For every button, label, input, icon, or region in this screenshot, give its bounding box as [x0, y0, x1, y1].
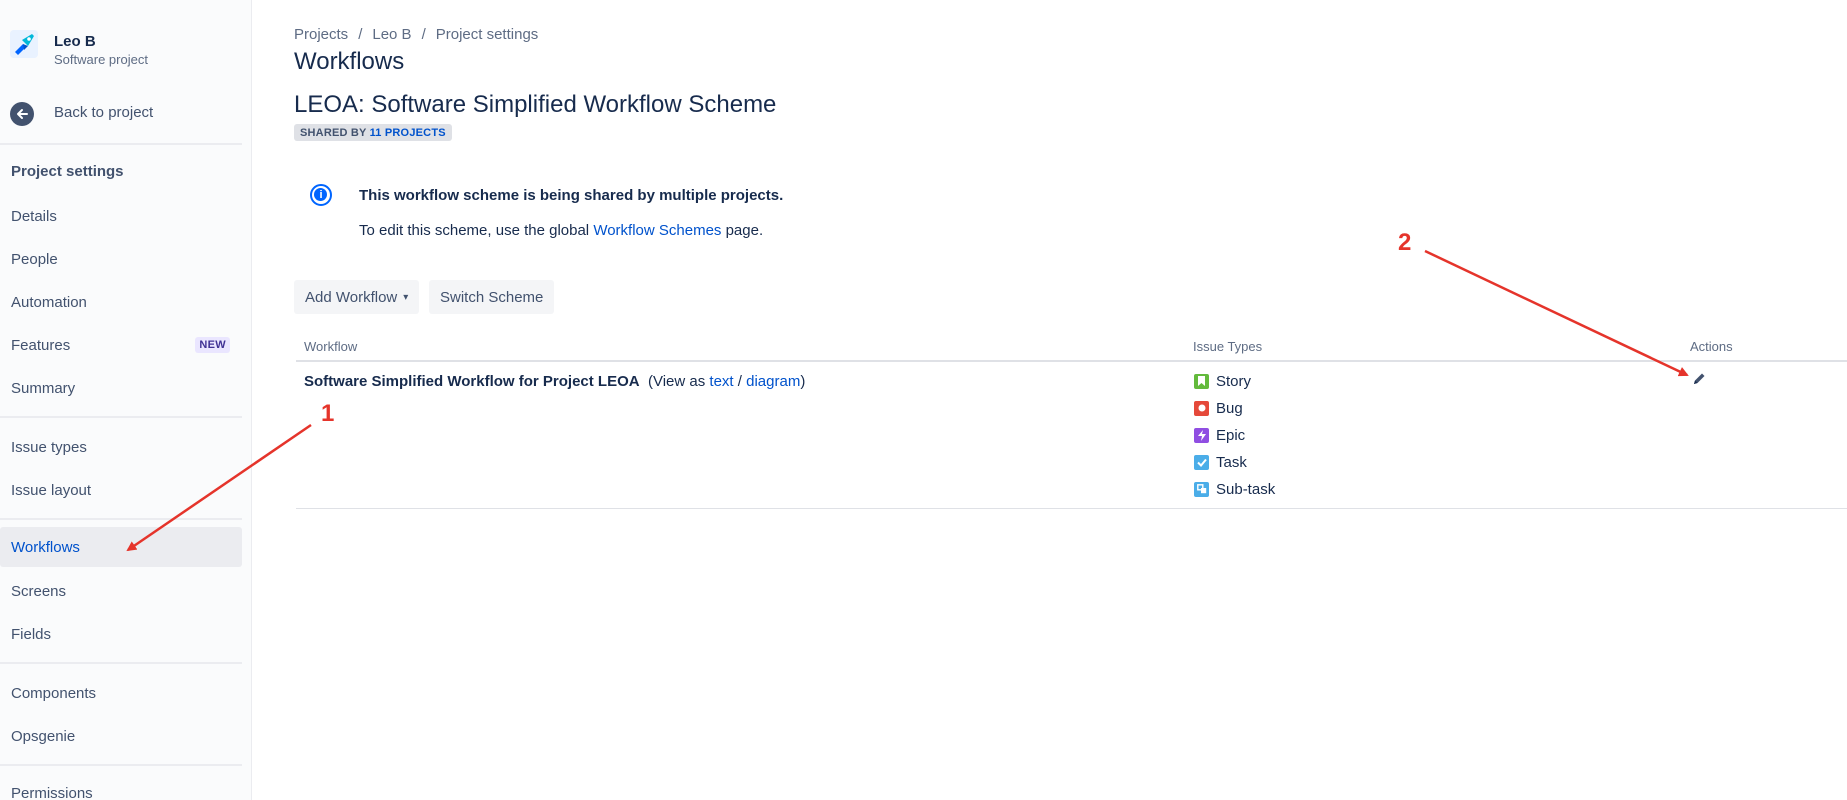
subtask-icon	[1194, 481, 1209, 497]
back-to-project-label: Back to project	[54, 104, 154, 121]
issue-type-label: Sub-task	[1216, 480, 1276, 498]
new-badge: NEW	[195, 337, 230, 353]
breadcrumb-separator: /	[358, 26, 363, 43]
bug-icon	[1194, 400, 1209, 416]
sidebar-divider	[0, 416, 242, 418]
sidebar-item-workflows[interactable]: Workflows	[0, 527, 242, 567]
sidebar-item-components[interactable]: Components	[0, 673, 242, 713]
sidebar-item-label: Features	[11, 336, 71, 354]
column-header-issue-types: Issue Types	[1193, 339, 1263, 354]
breadcrumb-project[interactable]: Leo B	[372, 26, 411, 43]
back-to-project-link[interactable]: Back to project	[10, 100, 153, 128]
info-body-prefix: To edit this scheme, use the global	[359, 222, 590, 239]
add-workflow-label: Add Workflow	[305, 288, 398, 306]
issue-type-label: Epic	[1216, 426, 1246, 444]
story-icon	[1194, 373, 1209, 389]
sidebar-item-details[interactable]: Details	[0, 196, 242, 236]
sidebar-item-opsgenie[interactable]: Opsgenie	[0, 716, 242, 756]
issue-type-task: Task	[1194, 452, 1247, 472]
workflow-view-as: (View as text / diagram)	[648, 373, 805, 390]
issue-type-story: Story	[1194, 371, 1251, 391]
annotation-arrows	[126, 249, 1689, 552]
sidebar-divider	[0, 764, 242, 766]
info-body-suffix: page.	[725, 222, 764, 239]
project-header[interactable]	[10, 30, 38, 58]
info-message-body: To edit this scheme, use the global Work…	[359, 222, 763, 239]
annotation-arrow-2	[1424, 249, 1689, 377]
epic-icon	[1194, 427, 1209, 443]
project-avatar-icon	[10, 30, 38, 58]
issue-type-epic: Epic	[1194, 425, 1245, 445]
sidebar-item-permissions[interactable]: Permissions	[0, 773, 242, 800]
task-icon	[1194, 454, 1209, 470]
issue-type-label: Story	[1216, 372, 1252, 390]
add-workflow-button[interactable]: Add Workflow ▾	[294, 280, 420, 314]
breadcrumb-projects[interactable]: Projects	[294, 26, 348, 43]
sidebar-item-people[interactable]: People	[0, 239, 242, 279]
workflow-name: Software Simplified Workflow for Project…	[304, 373, 640, 390]
view-as-separator: /	[737, 373, 742, 390]
sidebar: Leo B Software project Back to project P…	[0, 0, 252, 800]
issue-type-subtask: Sub-task	[1194, 479, 1275, 499]
scheme-title: LEOA: Software Simplified Workflow Schem…	[294, 91, 777, 118]
sidebar-item-issue-layout[interactable]: Issue layout	[0, 470, 242, 510]
annotation-label-2: 2	[1398, 229, 1412, 256]
page-title: Workflows	[294, 48, 405, 75]
table-bottom-divider	[296, 508, 1847, 509]
sidebar-item-issue-types[interactable]: Issue types	[0, 427, 242, 467]
table-header-divider	[296, 360, 1847, 362]
breadcrumb-separator: /	[421, 26, 426, 43]
shared-projects-link[interactable]: 11 PROJECTS	[370, 127, 446, 139]
sidebar-item-features[interactable]: Features NEW	[0, 325, 242, 365]
annotation-label-1: 1	[321, 400, 335, 427]
column-header-actions: Actions	[1690, 339, 1733, 354]
sidebar-divider	[0, 662, 242, 664]
sidebar-item-automation[interactable]: Automation	[0, 282, 242, 322]
sidebar-item-screens[interactable]: Screens	[0, 571, 242, 611]
workflow-schemes-link[interactable]: Workflow Schemes	[593, 222, 721, 239]
breadcrumb: Projects / Leo B / Project settings	[294, 26, 538, 43]
view-as-suffix: )	[800, 373, 806, 390]
issue-type-label: Task	[1216, 453, 1247, 471]
sidebar-section-heading: Project settings	[11, 163, 124, 180]
view-as-prefix: (View as	[648, 373, 706, 390]
info-icon: i	[310, 184, 332, 206]
view-as-text-link[interactable]: text	[709, 373, 733, 390]
shared-by-label: SHARED BY	[300, 126, 367, 139]
sidebar-divider	[0, 143, 242, 145]
edit-pencil-icon[interactable]	[1691, 371, 1707, 387]
switch-scheme-button[interactable]: Switch Scheme	[429, 280, 555, 314]
sidebar-divider	[0, 518, 242, 520]
view-as-diagram-link[interactable]: diagram	[746, 373, 800, 390]
shared-by-lozenge: SHARED BY 11 PROJECTS	[294, 124, 452, 141]
chevron-down-icon: ▾	[403, 291, 409, 303]
breadcrumb-project-settings[interactable]: Project settings	[436, 26, 539, 43]
column-header-workflow: Workflow	[304, 339, 358, 354]
project-subtitle: Software project	[54, 52, 148, 67]
project-name: Leo B	[54, 33, 96, 50]
issue-type-bug: Bug	[1194, 398, 1243, 418]
sidebar-item-summary[interactable]: Summary	[0, 368, 242, 408]
info-message-title: This workflow scheme is being shared by …	[359, 187, 784, 204]
issue-type-label: Bug	[1216, 399, 1243, 417]
sidebar-item-fields[interactable]: Fields	[0, 614, 242, 654]
back-arrow-icon	[10, 102, 34, 126]
